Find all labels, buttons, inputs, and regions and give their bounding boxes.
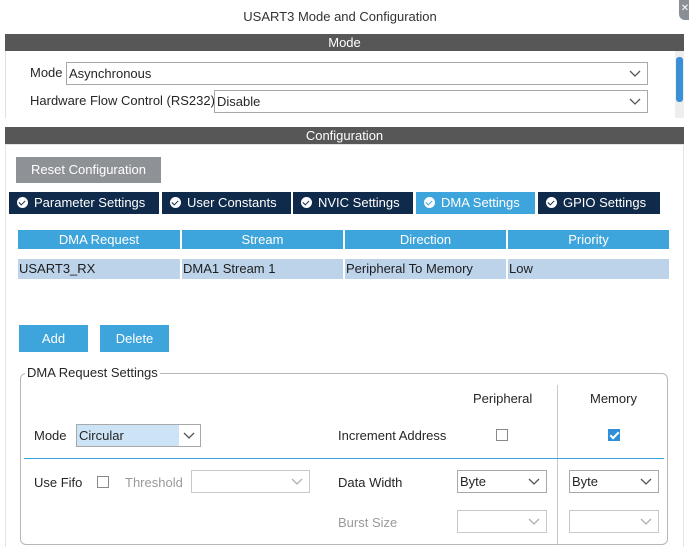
memory-data-width-value: Byte — [572, 474, 599, 489]
chevron-down-icon — [528, 478, 540, 485]
configuration-section-header[interactable]: Configuration — [5, 127, 684, 144]
chevron-down-icon — [183, 432, 195, 439]
chevron-down-icon — [629, 98, 641, 105]
scrollbar-thumb[interactable] — [676, 57, 683, 102]
tab-label: NVIC Settings — [318, 195, 400, 210]
peripheral-column-header: Peripheral — [473, 391, 533, 406]
threshold-label: Threshold — [125, 475, 183, 490]
tab-label: DMA Settings — [441, 195, 520, 210]
tab-dma-settings[interactable]: DMA Settings — [416, 192, 535, 214]
increment-address-label: Increment Address — [338, 428, 447, 443]
tab-user-constants[interactable]: User Constants — [162, 192, 291, 214]
close-icon[interactable]: ✕ — [679, 0, 689, 20]
column-header-direction[interactable]: Direction — [345, 230, 506, 249]
peripheral-data-width-value: Byte — [460, 474, 487, 489]
flow-control-select[interactable]: Disable — [214, 90, 648, 113]
tab-label: User Constants — [187, 195, 277, 210]
tab-parameter-settings[interactable]: Parameter Settings — [9, 192, 159, 214]
mode-scrollbar[interactable] — [675, 51, 684, 118]
tab-label: GPIO Settings — [563, 195, 647, 210]
add-button[interactable]: Add — [19, 325, 88, 352]
memory-burst-size-select[interactable] — [569, 510, 659, 533]
chevron-down-icon — [528, 518, 540, 525]
column-header-stream[interactable]: Stream — [182, 230, 343, 249]
chevron-down-icon — [640, 478, 652, 485]
memory-column-header: Memory — [590, 391, 637, 406]
dma-request-settings-legend: DMA Request Settings — [25, 365, 160, 380]
data-width-label: Data Width — [338, 475, 403, 490]
cell-dma-request[interactable]: USART3_RX — [18, 259, 180, 279]
dma-mode-select[interactable]: Circular — [76, 424, 201, 447]
mode-section-header[interactable]: Mode — [5, 34, 684, 51]
flow-control-value: Disable — [217, 94, 261, 109]
chevron-down-icon — [640, 518, 652, 525]
column-header-priority[interactable]: Priority — [508, 230, 669, 249]
check-circle-icon — [546, 197, 557, 208]
cell-stream[interactable]: DMA1 Stream 1 — [182, 259, 343, 279]
tab-label: Parameter Settings — [34, 195, 146, 210]
peripheral-burst-size-select[interactable] — [457, 510, 547, 533]
cell-priority[interactable]: Low — [508, 259, 669, 279]
column-header-dma-request[interactable]: DMA Request — [18, 230, 180, 249]
memory-increment-checkbox[interactable] — [608, 429, 620, 441]
mode-select[interactable]: Asynchronous — [66, 62, 648, 85]
chevron-down-icon — [629, 70, 641, 77]
peripheral-data-width-select[interactable]: Byte — [457, 470, 547, 493]
burst-size-label: Burst Size — [338, 515, 398, 530]
memory-data-width-select[interactable]: Byte — [569, 470, 659, 493]
use-fifo-label: Use Fifo — [34, 475, 83, 490]
check-circle-icon — [17, 197, 28, 208]
peripheral-increment-checkbox[interactable] — [496, 429, 508, 441]
chevron-down-icon — [291, 478, 303, 485]
cell-direction[interactable]: Peripheral To Memory — [345, 259, 506, 279]
window-title: USART3 Mode and Configuration — [243, 9, 437, 24]
section-divider — [24, 458, 664, 459]
check-circle-icon — [424, 197, 435, 208]
threshold-select[interactable] — [191, 470, 310, 493]
flow-control-label: Hardware Flow Control (RS232) — [30, 93, 215, 108]
tab-gpio-settings[interactable]: GPIO Settings — [538, 192, 660, 214]
use-fifo-checkbox[interactable] — [97, 476, 109, 488]
tab-nvic-settings[interactable]: NVIC Settings — [293, 192, 413, 214]
dma-mode-value: Circular — [77, 425, 179, 446]
reset-configuration-button[interactable]: Reset Configuration — [16, 157, 161, 183]
check-circle-icon — [301, 197, 312, 208]
mode-select-value: Asynchronous — [69, 66, 152, 81]
circular-mode-label: Mode — [34, 428, 67, 443]
delete-button[interactable]: Delete — [100, 325, 169, 352]
check-circle-icon — [170, 197, 181, 208]
column-divider — [557, 385, 558, 545]
mode-label: Mode — [30, 65, 63, 80]
